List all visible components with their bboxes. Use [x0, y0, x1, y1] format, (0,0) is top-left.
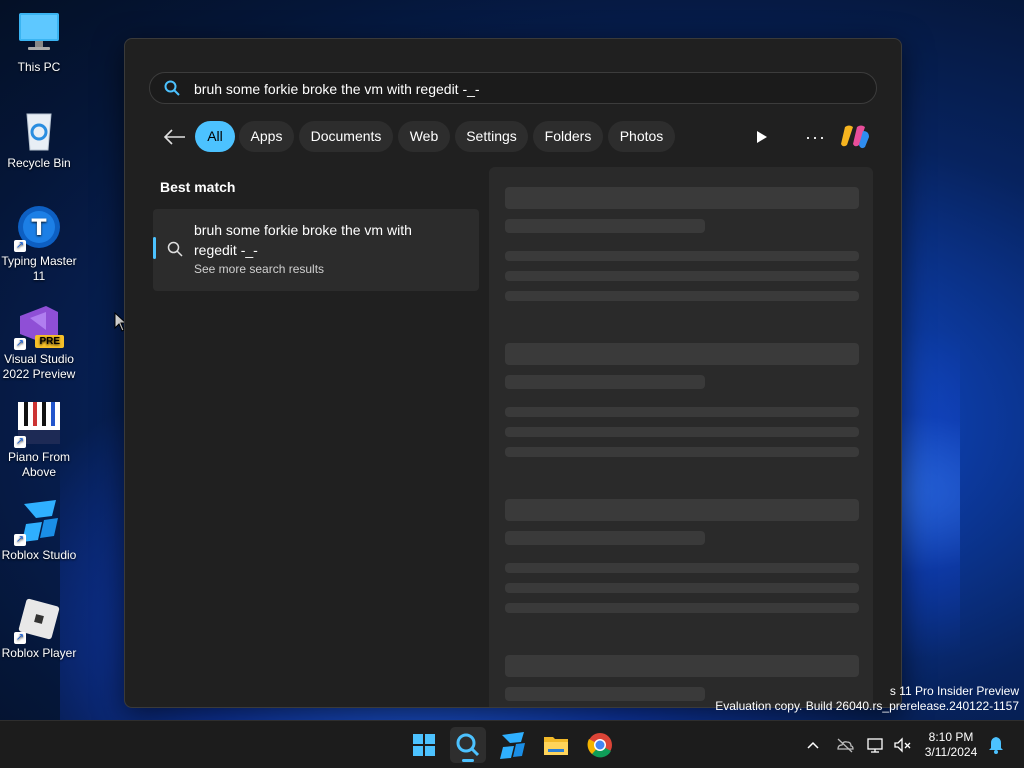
network-icon[interactable]	[866, 735, 886, 755]
skeleton-block	[505, 343, 859, 365]
play-icon[interactable]	[755, 129, 769, 145]
evaluation-watermark: s 11 Pro Insider Preview Evaluation copy…	[715, 684, 1019, 714]
roblox-studio-icon: ↗	[14, 498, 62, 546]
desktop-icon-label: Typing Master 11	[1, 254, 77, 283]
filter-chip-photos[interactable]: Photos	[608, 121, 675, 152]
taskbar: 8:10 PM 3/11/2024	[0, 720, 1024, 768]
shortcut-arrow-icon: ↗	[14, 436, 26, 448]
shortcut-arrow-icon: ↗	[14, 632, 26, 644]
more-options-icon[interactable]: ···	[805, 127, 826, 148]
skeleton-line	[505, 291, 859, 301]
search-input[interactable]	[192, 78, 856, 100]
clock-time: 8:10 PM	[928, 730, 974, 744]
skeleton-line	[505, 583, 859, 593]
system-clock[interactable]: 8:10 PM 3/11/2024	[920, 730, 982, 760]
computer-icon	[16, 10, 62, 56]
taskbar-file-explorer[interactable]	[538, 727, 574, 763]
skeleton-line	[505, 271, 859, 281]
notification-bell-icon[interactable]	[986, 735, 1006, 755]
filter-chip-documents[interactable]: Documents	[299, 121, 393, 152]
roblox-player-icon: ↗	[14, 596, 62, 644]
recycle-bin-icon	[16, 106, 62, 152]
search-box[interactable]	[149, 72, 877, 104]
taskbar-roblox-studio[interactable]	[494, 727, 530, 763]
skeleton-line	[505, 687, 705, 701]
skeleton-block	[505, 655, 859, 677]
desktop-icon-this-pc[interactable]: This PC	[0, 10, 78, 75]
desktop-icon-typing-master[interactable]: T ↗ Typing Master 11	[0, 204, 78, 284]
preview-pane-loading	[489, 167, 873, 707]
desktop-icon-recycle-bin[interactable]: Recycle Bin	[0, 106, 78, 171]
desktop-icon-label: Piano From Above	[7, 450, 71, 479]
search-icon	[167, 241, 183, 257]
skeleton-block	[505, 187, 859, 209]
onedrive-offline-icon[interactable]	[835, 735, 855, 755]
copilot-icon[interactable]	[839, 123, 871, 151]
chevron-up-icon[interactable]	[803, 735, 823, 755]
back-arrow-icon[interactable]	[163, 129, 187, 145]
skeleton-line	[505, 447, 859, 457]
chrome-icon	[587, 733, 612, 758]
skeleton-line	[505, 251, 859, 261]
best-match-heading: Best match	[160, 179, 236, 195]
desktop-icon-label: Recycle Bin	[7, 156, 71, 170]
start-button[interactable]	[406, 727, 442, 763]
skeleton-line	[505, 375, 705, 389]
desktop-icon-visual-studio[interactable]: PRE ↗ Visual Studio 2022 Preview	[0, 302, 78, 382]
skeleton-block	[505, 499, 859, 521]
filter-chip-apps[interactable]: Apps	[239, 121, 294, 152]
typing-master-icon: T ↗	[14, 204, 62, 252]
skeleton-line	[505, 603, 859, 613]
file-explorer-icon	[544, 737, 568, 755]
shortcut-arrow-icon: ↗	[14, 338, 26, 350]
desktop-icon-roblox-studio[interactable]: ↗ Roblox Studio	[0, 498, 78, 563]
shortcut-arrow-icon: ↗	[14, 240, 26, 252]
preview-badge: PRE	[35, 335, 64, 348]
search-panel: All Apps Documents Web Settings Folders …	[124, 38, 902, 708]
volume-muted-icon[interactable]	[892, 735, 912, 755]
skeleton-line	[505, 531, 705, 545]
result-title: bruh some forkie broke the vm with reged…	[194, 222, 412, 258]
desktop-icon-label: Roblox Player	[1, 646, 77, 660]
taskbar-search-button[interactable]	[450, 727, 486, 763]
best-match-result[interactable]: bruh some forkie broke the vm with reged…	[153, 209, 479, 291]
clock-date: 3/11/2024	[924, 745, 978, 759]
filter-chip-settings[interactable]: Settings	[455, 121, 528, 152]
piano-icon: ↗	[14, 400, 62, 448]
desktop-icon-label: Roblox Studio	[1, 548, 77, 562]
desktop-icon-piano-from-above[interactable]: ↗ Piano From Above	[0, 400, 78, 480]
svg-text:T: T	[31, 216, 46, 241]
active-indicator	[462, 759, 474, 762]
search-icon	[456, 733, 480, 757]
start-icon	[413, 734, 435, 756]
desktop-icon-roblox-player[interactable]: ↗ Roblox Player	[0, 596, 78, 661]
watermark-line-1: s 11 Pro Insider Preview	[889, 684, 1019, 698]
desktop-icon-label: Visual Studio 2022 Preview	[2, 352, 76, 381]
skeleton-line	[505, 219, 705, 233]
visual-studio-icon: PRE ↗	[14, 302, 64, 350]
skeleton-line	[505, 407, 859, 417]
watermark-line-2: Evaluation copy. Build 26040.rs_prerelea…	[715, 699, 1019, 713]
selection-indicator	[153, 237, 156, 259]
search-icon	[164, 80, 180, 96]
filter-chip-all[interactable]: All	[195, 121, 235, 152]
filter-chip-web[interactable]: Web	[398, 121, 450, 152]
taskbar-chrome[interactable]	[582, 727, 618, 763]
shortcut-arrow-icon: ↗	[14, 534, 26, 546]
see-more-results-link[interactable]: See more search results	[194, 262, 324, 276]
skeleton-line	[505, 427, 859, 437]
desktop-icon-label: This PC	[17, 60, 61, 74]
filter-chip-folders[interactable]: Folders	[533, 121, 603, 152]
skeleton-line	[505, 563, 859, 573]
roblox-studio-icon	[500, 732, 525, 759]
